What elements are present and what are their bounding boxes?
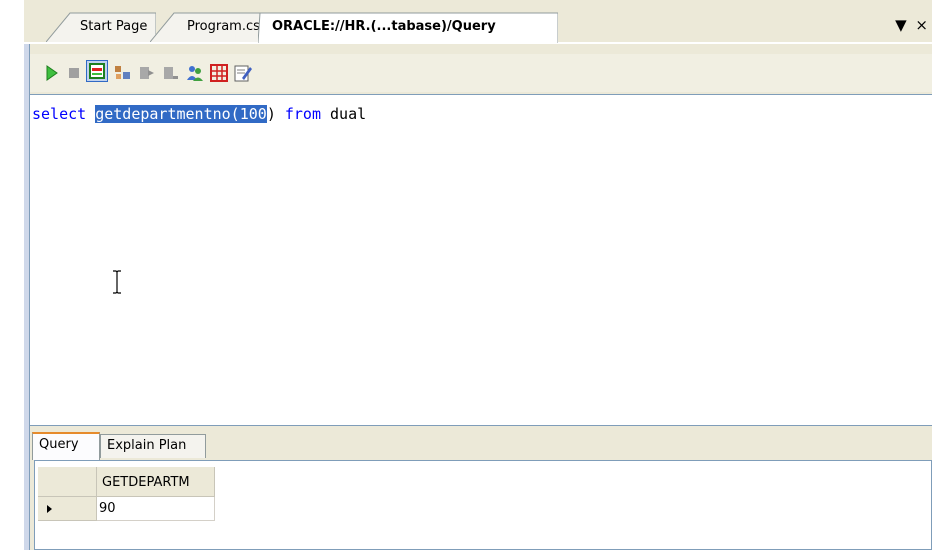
tab-explain-plan[interactable]: Explain Plan [100,434,206,458]
tab-start-page-label: Start Page [80,19,148,34]
tree-icon[interactable] [112,62,134,84]
step-icon[interactable] [136,62,158,84]
result-tab-strip: Query Explain Plan [30,430,932,460]
step-over-icon[interactable] [160,62,182,84]
text-cursor-icon [112,270,122,298]
table-name: dual [330,105,367,123]
stop-icon[interactable] [64,62,86,84]
column-header[interactable]: GETDEPARTM [97,467,215,497]
users-icon[interactable] [184,62,206,84]
sql-editor[interactable]: select getdepartmentno(100) from dual [30,94,932,426]
tab-program-cs[interactable]: Program.cs [150,12,274,42]
document-tab-strip: Start Page Program.cs ORACLE://HR.(...ta… [24,0,932,44]
keyword-select: select [32,105,87,123]
execute-icon[interactable] [40,62,62,84]
tab-start-page[interactable]: Start Page [46,12,156,42]
query-toolbar [30,54,932,92]
tab-query[interactable]: Query [32,432,100,460]
keyword-from: from [284,105,321,123]
tab-oracle-query[interactable]: ORACLE://HR.(...tabase)/Query [258,12,558,44]
tab-program-cs-label: Program.cs [187,19,260,34]
row-indicator-icon [47,505,52,513]
grid-icon[interactable] [208,62,230,84]
closing-paren: ) [266,105,276,123]
grid-corner [38,467,97,497]
grid-cell[interactable]: 90 [97,497,215,521]
results-icon[interactable] [86,60,108,82]
tab-window-controls[interactable]: ▼ × [895,16,930,34]
result-grid: GETDEPARTM 90 [34,460,932,550]
selected-text: getdepartmentno(100 [95,105,267,123]
row-header[interactable] [38,497,97,521]
edit-icon[interactable] [232,62,254,84]
tab-oracle-query-label: ORACLE://HR.(...tabase)/Query [272,19,496,34]
sql-line: select getdepartmentno(100) from dual [32,105,366,123]
